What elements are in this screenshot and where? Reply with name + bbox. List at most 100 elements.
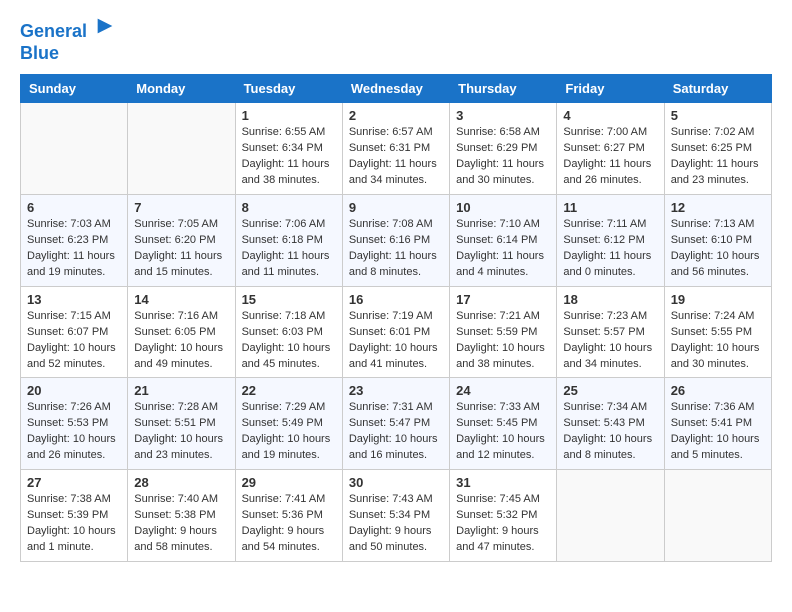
day-info: Sunrise: 7:28 AM Sunset: 5:51 PM Dayligh… xyxy=(134,400,228,464)
day-cell xyxy=(664,470,771,562)
day-number: 23 xyxy=(349,383,443,398)
day-info: Sunrise: 7:45 AM Sunset: 5:32 PM Dayligh… xyxy=(456,492,550,556)
day-cell: 28 Sunrise: 7:40 AM Sunset: 5:38 PM Dayli… xyxy=(128,470,235,562)
week-row-2: 6 Sunrise: 7:03 AM Sunset: 6:23 PM Daylig… xyxy=(21,194,772,286)
day-header-friday: Friday xyxy=(557,75,664,103)
day-number: 27 xyxy=(27,475,121,490)
day-cell: 29 Sunrise: 7:41 AM Sunset: 5:36 PM Dayli… xyxy=(235,470,342,562)
day-number: 6 xyxy=(27,200,121,215)
day-cell xyxy=(21,103,128,195)
day-header-tuesday: Tuesday xyxy=(235,75,342,103)
day-number: 1 xyxy=(242,108,336,123)
day-number: 12 xyxy=(671,200,765,215)
day-info: Sunrise: 7:05 AM Sunset: 6:20 PM Dayligh… xyxy=(134,217,228,281)
day-info: Sunrise: 7:13 AM Sunset: 6:10 PM Dayligh… xyxy=(671,217,765,281)
day-number: 21 xyxy=(134,383,228,398)
logo-text: General Blue xyxy=(20,15,116,64)
day-cell: 9 Sunrise: 7:08 AM Sunset: 6:16 PM Daylig… xyxy=(342,194,449,286)
calendar-table: SundayMondayTuesdayWednesdayThursdayFrid… xyxy=(20,74,772,562)
day-info: Sunrise: 7:41 AM Sunset: 5:36 PM Dayligh… xyxy=(242,492,336,556)
day-number: 30 xyxy=(349,475,443,490)
day-cell: 12 Sunrise: 7:13 AM Sunset: 6:10 PM Dayli… xyxy=(664,194,771,286)
day-cell xyxy=(128,103,235,195)
day-info: Sunrise: 7:40 AM Sunset: 5:38 PM Dayligh… xyxy=(134,492,228,556)
day-number: 25 xyxy=(563,383,657,398)
day-number: 5 xyxy=(671,108,765,123)
day-info: Sunrise: 7:03 AM Sunset: 6:23 PM Dayligh… xyxy=(27,217,121,281)
day-info: Sunrise: 7:16 AM Sunset: 6:05 PM Dayligh… xyxy=(134,309,228,373)
day-number: 26 xyxy=(671,383,765,398)
day-cell: 7Sunrise: 7:05 AM Sunset: 6:20 PM Daylig… xyxy=(128,194,235,286)
day-info: Sunrise: 7:10 AM Sunset: 6:14 PM Dayligh… xyxy=(456,217,550,281)
day-number: 29 xyxy=(242,475,336,490)
header-row: SundayMondayTuesdayWednesdayThursdayFrid… xyxy=(21,75,772,103)
day-number: 8 xyxy=(242,200,336,215)
day-number: 2 xyxy=(349,108,443,123)
day-number: 22 xyxy=(242,383,336,398)
day-info: Sunrise: 7:02 AM Sunset: 6:25 PM Dayligh… xyxy=(671,125,765,189)
header: General Blue xyxy=(20,15,772,64)
day-number: 19 xyxy=(671,292,765,307)
day-cell: 4Sunrise: 7:00 AM Sunset: 6:27 PM Daylig… xyxy=(557,103,664,195)
day-info: Sunrise: 6:55 AM Sunset: 6:34 PM Dayligh… xyxy=(242,125,336,189)
day-cell: 24 Sunrise: 7:33 AM Sunset: 5:45 PM Dayli… xyxy=(450,378,557,470)
day-number: 28 xyxy=(134,475,228,490)
day-number: 3 xyxy=(456,108,550,123)
day-header-monday: Monday xyxy=(128,75,235,103)
day-cell: 19 Sunrise: 7:24 AM Sunset: 5:55 PM Dayli… xyxy=(664,286,771,378)
day-number: 24 xyxy=(456,383,550,398)
day-number: 9 xyxy=(349,200,443,215)
day-info: Sunrise: 7:18 AM Sunset: 6:03 PM Dayligh… xyxy=(242,309,336,373)
day-number: 16 xyxy=(349,292,443,307)
day-cell: 26 Sunrise: 7:36 AM Sunset: 5:41 PM Dayli… xyxy=(664,378,771,470)
day-header-thursday: Thursday xyxy=(450,75,557,103)
day-info: Sunrise: 7:21 AM Sunset: 5:59 PM Dayligh… xyxy=(456,309,550,373)
page: General Blue SundayMondayTuesdayWednesda… xyxy=(0,0,792,582)
day-info: Sunrise: 7:06 AM Sunset: 6:18 PM Dayligh… xyxy=(242,217,336,281)
day-cell: 5 Sunrise: 7:02 AM Sunset: 6:25 PM Daylig… xyxy=(664,103,771,195)
day-cell: 21 Sunrise: 7:28 AM Sunset: 5:51 PM Dayli… xyxy=(128,378,235,470)
day-number: 10 xyxy=(456,200,550,215)
day-info: Sunrise: 7:34 AM Sunset: 5:43 PM Dayligh… xyxy=(563,400,657,464)
day-cell: 22 Sunrise: 7:29 AM Sunset: 5:49 PM Dayli… xyxy=(235,378,342,470)
day-cell: 17 Sunrise: 7:21 AM Sunset: 5:59 PM Dayli… xyxy=(450,286,557,378)
day-info: Sunrise: 7:11 AM Sunset: 6:12 PM Dayligh… xyxy=(563,217,657,281)
day-cell: 27 Sunrise: 7:38 AM Sunset: 5:39 PM Dayli… xyxy=(21,470,128,562)
day-cell: 14 Sunrise: 7:16 AM Sunset: 6:05 PM Dayli… xyxy=(128,286,235,378)
day-number: 13 xyxy=(27,292,121,307)
day-info: Sunrise: 7:24 AM Sunset: 5:55 PM Dayligh… xyxy=(671,309,765,373)
day-cell: 3 Sunrise: 6:58 AM Sunset: 6:29 PM Daylig… xyxy=(450,103,557,195)
day-cell: 13 Sunrise: 7:15 AM Sunset: 6:07 PM Dayli… xyxy=(21,286,128,378)
logo-general: General xyxy=(20,21,87,41)
day-number: 11 xyxy=(563,200,657,215)
day-number: 14 xyxy=(134,292,228,307)
day-info: Sunrise: 7:23 AM Sunset: 5:57 PM Dayligh… xyxy=(563,309,657,373)
day-header-saturday: Saturday xyxy=(664,75,771,103)
day-info: Sunrise: 7:29 AM Sunset: 5:49 PM Dayligh… xyxy=(242,400,336,464)
day-cell: 6 Sunrise: 7:03 AM Sunset: 6:23 PM Daylig… xyxy=(21,194,128,286)
day-number: 20 xyxy=(27,383,121,398)
day-info: Sunrise: 7:33 AM Sunset: 5:45 PM Dayligh… xyxy=(456,400,550,464)
day-info: Sunrise: 7:36 AM Sunset: 5:41 PM Dayligh… xyxy=(671,400,765,464)
day-cell xyxy=(557,470,664,562)
day-info: Sunrise: 7:19 AM Sunset: 6:01 PM Dayligh… xyxy=(349,309,443,373)
day-number: 4 xyxy=(563,108,657,123)
day-info: Sunrise: 6:57 AM Sunset: 6:31 PM Dayligh… xyxy=(349,125,443,189)
day-cell: 1 Sunrise: 6:55 AM Sunset: 6:34 PM Daylig… xyxy=(235,103,342,195)
day-info: Sunrise: 6:58 AM Sunset: 6:29 PM Dayligh… xyxy=(456,125,550,189)
day-cell: 20Sunrise: 7:26 AM Sunset: 5:53 PM Dayli… xyxy=(21,378,128,470)
day-cell: 2 Sunrise: 6:57 AM Sunset: 6:31 PM Daylig… xyxy=(342,103,449,195)
day-number: 18 xyxy=(563,292,657,307)
day-number: 17 xyxy=(456,292,550,307)
logo-blue: Blue xyxy=(20,43,59,63)
day-cell: 8 Sunrise: 7:06 AM Sunset: 6:18 PM Daylig… xyxy=(235,194,342,286)
week-row-3: 13 Sunrise: 7:15 AM Sunset: 6:07 PM Dayli… xyxy=(21,286,772,378)
day-info: Sunrise: 7:08 AM Sunset: 6:16 PM Dayligh… xyxy=(349,217,443,281)
day-info: Sunrise: 7:15 AM Sunset: 6:07 PM Dayligh… xyxy=(27,309,121,373)
day-cell: 10 Sunrise: 7:10 AM Sunset: 6:14 PM Dayli… xyxy=(450,194,557,286)
day-cell: 30Sunrise: 7:43 AM Sunset: 5:34 PM Dayli… xyxy=(342,470,449,562)
day-info: Sunrise: 7:38 AM Sunset: 5:39 PM Dayligh… xyxy=(27,492,121,556)
day-info: Sunrise: 7:31 AM Sunset: 5:47 PM Dayligh… xyxy=(349,400,443,464)
day-cell: 18 Sunrise: 7:23 AM Sunset: 5:57 PM Dayli… xyxy=(557,286,664,378)
day-cell: 15Sunrise: 7:18 AM Sunset: 6:03 PM Dayli… xyxy=(235,286,342,378)
